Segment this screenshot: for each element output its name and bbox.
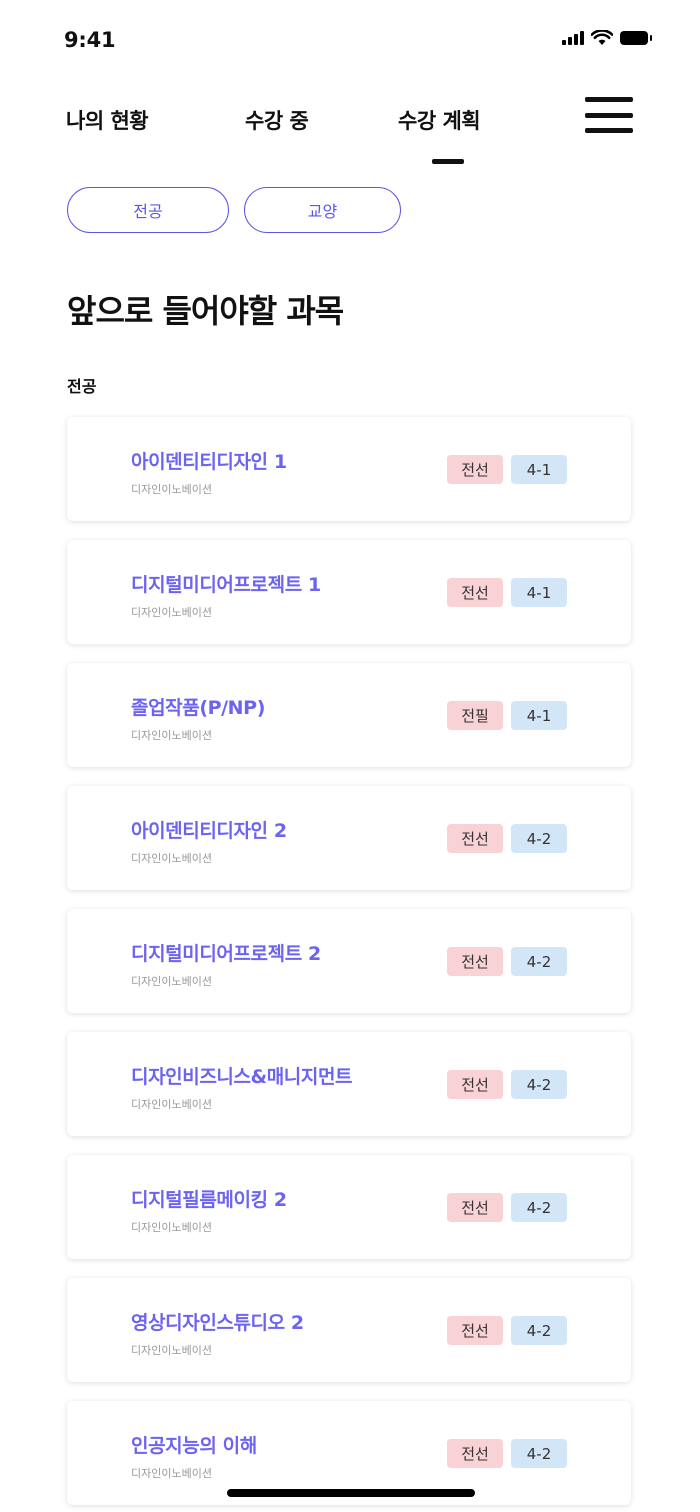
course-name: 아이덴티티디자인 1	[131, 451, 287, 473]
course-type-badge: 전필	[447, 701, 503, 730]
course-card[interactable]: 아이덴티티디자인 1 디자인이노베이션 전선 4-1	[67, 417, 631, 521]
course-department: 디자인이노베이션	[131, 729, 212, 742]
course-type-badge: 전선	[447, 947, 503, 976]
cellular-signal-icon	[562, 31, 584, 45]
filter-chip-liberal-arts[interactable]: 교양	[244, 187, 401, 233]
course-name: 디지털미디어프로젝트 2	[131, 943, 321, 965]
status-icons	[562, 30, 652, 46]
course-card[interactable]: 디지털미디어프로젝트 1 디자인이노베이션 전선 4-1	[67, 540, 631, 644]
course-card[interactable]: 졸업작품(P/NP) 디자인이노베이션 전필 4-1	[67, 663, 631, 767]
course-type-badge: 전선	[447, 824, 503, 853]
course-term-badge: 4-2	[511, 1070, 567, 1099]
course-name: 디자인비즈니스&매니지먼트	[131, 1066, 353, 1088]
course-card[interactable]: 디지털필름메이킹 2 디자인이노베이션 전선 4-2	[67, 1155, 631, 1259]
wifi-icon	[591, 30, 613, 45]
course-department: 디자인이노베이션	[131, 975, 212, 988]
course-term-badge: 4-2	[511, 824, 567, 853]
top-nav: 나의 현황 수강 중 수강 계획	[0, 95, 700, 175]
course-name: 디지털필름메이킹 2	[131, 1189, 287, 1211]
home-indicator[interactable]	[227, 1489, 475, 1497]
course-department: 디자인이노베이션	[131, 606, 212, 619]
course-department: 디자인이노베이션	[131, 1344, 212, 1357]
course-card[interactable]: 디지털미디어프로젝트 2 디자인이노베이션 전선 4-2	[67, 909, 631, 1013]
course-term-badge: 4-1	[511, 578, 567, 607]
course-type-badge: 전선	[447, 1193, 503, 1222]
course-department: 디자인이노베이션	[131, 483, 212, 496]
course-name: 졸업작품(P/NP)	[131, 697, 265, 719]
tab-my-status[interactable]: 나의 현황	[66, 105, 149, 135]
course-card[interactable]: 아이덴티티디자인 2 디자인이노베이션 전선 4-2	[67, 786, 631, 890]
course-department: 디자인이노베이션	[131, 1098, 212, 1111]
section-label: 전공	[67, 377, 97, 396]
course-type-badge: 전선	[447, 455, 503, 484]
course-department: 디자인이노베이션	[131, 1221, 212, 1234]
course-type-badge: 전선	[447, 1439, 503, 1468]
course-card[interactable]: 디자인비즈니스&매니지먼트 디자인이노베이션 전선 4-2	[67, 1032, 631, 1136]
filter-chip-major[interactable]: 전공	[67, 187, 229, 233]
course-department: 디자인이노베이션	[131, 1467, 212, 1480]
page-title: 앞으로 들어야할 과목	[67, 292, 344, 330]
tab-course-plan[interactable]: 수강 계획	[398, 105, 481, 135]
course-term-badge: 4-2	[511, 1316, 567, 1345]
course-name: 인공지능의 이해	[131, 1435, 257, 1457]
course-card[interactable]: 영상디자인스튜디오 2 디자인이노베이션 전선 4-2	[67, 1278, 631, 1382]
course-term-badge: 4-2	[511, 947, 567, 976]
course-name: 디지털미디어프로젝트 1	[131, 574, 321, 596]
course-term-badge: 4-2	[511, 1439, 567, 1468]
course-type-badge: 전선	[447, 578, 503, 607]
battery-icon	[620, 31, 652, 45]
status-bar: 9:41	[0, 0, 700, 90]
course-department: 디자인이노베이션	[131, 852, 212, 865]
course-term-badge: 4-1	[511, 701, 567, 730]
course-name: 영상디자인스튜디오 2	[131, 1312, 304, 1334]
course-term-badge: 4-1	[511, 455, 567, 484]
course-term-badge: 4-2	[511, 1193, 567, 1222]
course-type-badge: 전선	[447, 1316, 503, 1345]
status-time: 9:41	[64, 28, 116, 52]
course-name: 아이덴티티디자인 2	[131, 820, 287, 842]
course-type-badge: 전선	[447, 1070, 503, 1099]
tab-in-progress[interactable]: 수강 중	[245, 105, 309, 135]
active-tab-indicator	[432, 159, 464, 164]
menu-icon[interactable]	[585, 95, 633, 135]
